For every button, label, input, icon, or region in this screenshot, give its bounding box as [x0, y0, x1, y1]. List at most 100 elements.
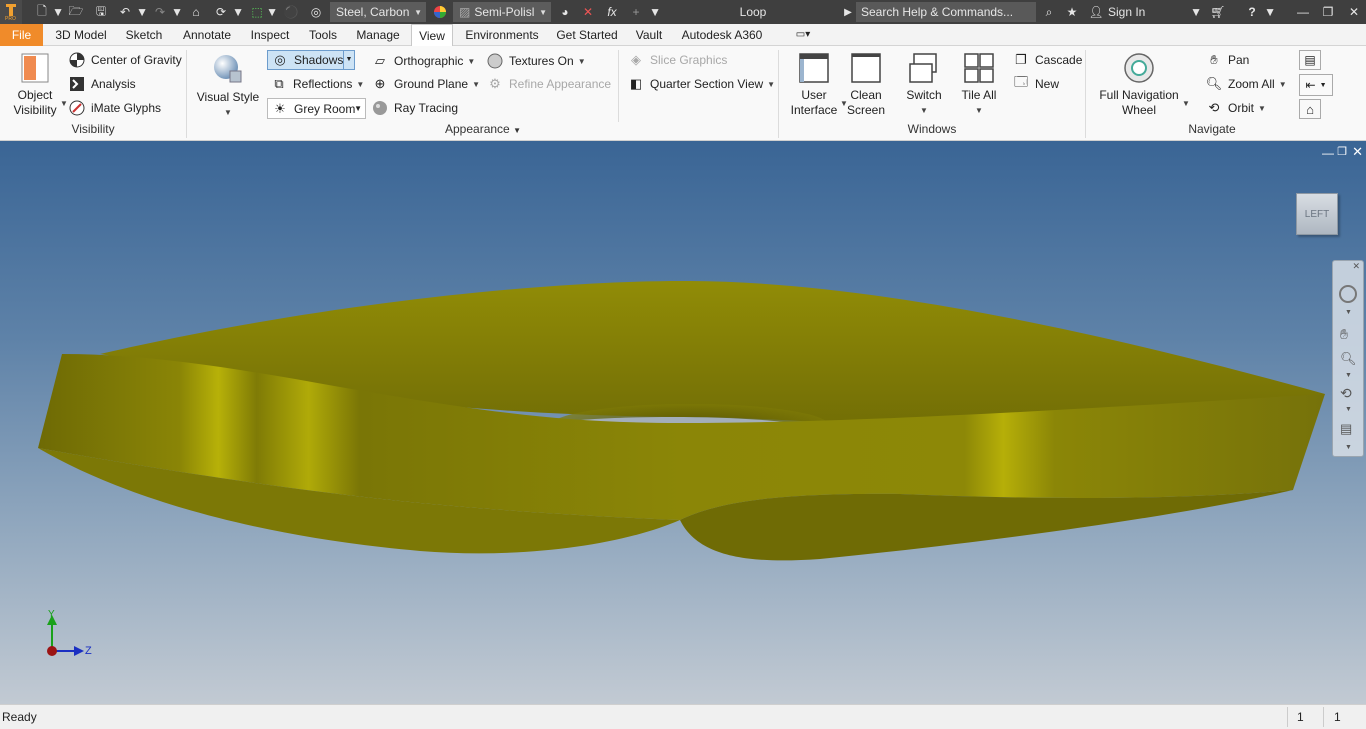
- navbar-zoom-icon[interactable]: 🔍︎: [1340, 351, 1357, 367]
- minimize-icon[interactable]: —: [1293, 0, 1313, 24]
- favorites-star-icon[interactable]: ★: [1062, 0, 1082, 24]
- orbit-button[interactable]: ⟲ Orbit ▼: [1205, 99, 1266, 117]
- steering-wheel-icon[interactable]: [1339, 285, 1357, 303]
- home-view-button[interactable]: ⌂: [1299, 99, 1321, 119]
- customize-dropdown-icon[interactable]: ▼: [649, 0, 661, 24]
- object-visibility-button[interactable]: Object Visibility: [8, 52, 62, 118]
- tab-manage[interactable]: Manage: [351, 24, 405, 46]
- center-of-gravity-button[interactable]: Center of Gravity: [68, 51, 182, 69]
- orthographic-button[interactable]: ▱ Orthographic ▼: [371, 52, 475, 70]
- graphics-viewport[interactable]: — ❐ ✕ LEFT ✕ ▼ ✋︎ 🔍︎ ▼ ⟲ ▼ ▤ ▼ Y Z: [0, 141, 1366, 704]
- tab-sketch[interactable]: Sketch: [120, 24, 168, 46]
- orbit-dropdown-icon[interactable]: ▼: [1258, 104, 1266, 113]
- analysis-button[interactable]: Analysis: [68, 75, 136, 93]
- object-visibility-dropdown-icon[interactable]: ▼: [60, 99, 68, 108]
- viewcube[interactable]: LEFT: [1296, 193, 1338, 235]
- cart-icon[interactable]: 🛒︎: [1208, 0, 1228, 24]
- tab-file[interactable]: File: [0, 24, 43, 46]
- pan-button[interactable]: ✋︎ Pan: [1205, 51, 1249, 69]
- close-icon[interactable]: ✕: [1344, 0, 1364, 24]
- measure-icon[interactable]: ⚫: [281, 0, 301, 24]
- open-folder-icon[interactable]: 🗁: [66, 0, 86, 24]
- navbar-pan-icon[interactable]: ✋︎: [1340, 326, 1348, 343]
- tab-get-started[interactable]: Get Started: [552, 24, 622, 46]
- tab-tools[interactable]: Tools: [303, 24, 343, 46]
- restore-icon[interactable]: ❐: [1318, 0, 1338, 24]
- help-icon[interactable]: ?: [1242, 0, 1262, 24]
- steering-wheel-dropdown-icon[interactable]: ▼: [1345, 309, 1352, 316]
- tab-3d-model[interactable]: 3D Model: [50, 24, 112, 46]
- new-file-dropdown-icon[interactable]: ▼: [52, 0, 64, 24]
- tab-view[interactable]: View: [411, 24, 453, 47]
- orthographic-dropdown-icon[interactable]: ▼: [467, 57, 475, 66]
- orbit-dropdown-icon[interactable]: ▼: [1345, 406, 1352, 413]
- ribbon-display-options-icon[interactable]: ▭▾: [788, 24, 818, 46]
- undo-dropdown-icon[interactable]: ▼: [136, 0, 148, 24]
- full-navigation-wheel-button[interactable]: Full Navigation Wheel: [1094, 52, 1184, 118]
- grey-room-dropdown[interactable]: ☀ Grey Room ▼: [267, 98, 366, 119]
- cascade-button[interactable]: ❐ Cascade: [1012, 51, 1082, 69]
- tab-annotate[interactable]: Annotate: [176, 24, 238, 46]
- zoom-dropdown-icon[interactable]: ▼: [1279, 80, 1287, 89]
- navigation-wheel-dropdown-icon[interactable]: ▼: [1182, 99, 1190, 108]
- section-view-dropdown-icon[interactable]: ▼: [767, 80, 775, 89]
- shadows-dropdown-icon[interactable]: ▼: [343, 51, 354, 69]
- navbar-close-icon[interactable]: ✕: [1352, 261, 1360, 272]
- add-icon[interactable]: +: [626, 0, 646, 24]
- navbar-look-at-icon[interactable]: ▤: [1340, 421, 1352, 437]
- infocenter-expand-icon[interactable]: ▶: [843, 0, 853, 24]
- zoom-all-button[interactable]: 🔍︎ Zoom All ▼: [1205, 75, 1287, 93]
- zoom-dropdown-icon[interactable]: ▼: [1345, 372, 1352, 379]
- help-dropdown-icon[interactable]: ▼: [1264, 0, 1276, 24]
- globe-icon[interactable]: ◎: [306, 0, 326, 24]
- user-icon[interactable]: 👤︎: [1086, 0, 1106, 24]
- select-icon[interactable]: ⬚: [247, 0, 267, 24]
- parameters-icon[interactable]: fx: [602, 0, 622, 24]
- sign-in-link[interactable]: Sign In: [1108, 0, 1158, 24]
- ray-tracing-button[interactable]: Ray Tracing: [371, 99, 458, 117]
- update-icon[interactable]: ⟳: [211, 0, 231, 24]
- undo-icon[interactable]: ↶: [115, 0, 135, 24]
- save-icon[interactable]: 🖫: [91, 0, 111, 24]
- imate-glyphs-button[interactable]: iMate Glyphs: [68, 99, 161, 117]
- navbar-orbit-icon[interactable]: ⟲: [1340, 385, 1352, 402]
- tab-environments[interactable]: Environments: [460, 24, 544, 46]
- sign-in-dropdown-icon[interactable]: ▼: [1190, 0, 1202, 24]
- user-interface-button[interactable]: User Interface: [787, 52, 841, 118]
- ground-plane-dropdown-icon[interactable]: ▼: [472, 80, 480, 89]
- search-binoculars-icon[interactable]: ⌕: [1039, 0, 1059, 24]
- reflections-button[interactable]: ⧉ Reflections ▼: [270, 75, 364, 93]
- look-at-button[interactable]: ▤: [1299, 50, 1321, 70]
- tile-all-button[interactable]: Tile All ▼: [955, 52, 1003, 118]
- switch-button[interactable]: Switch ▼: [898, 52, 950, 118]
- appearance-panel-title[interactable]: Appearance ▼: [188, 122, 778, 136]
- home-icon[interactable]: ⌂: [186, 0, 206, 24]
- update-dropdown-icon[interactable]: ▼: [232, 0, 244, 24]
- ground-plane-button[interactable]: ⊕ Ground Plane ▼: [371, 75, 480, 93]
- tab-autodesk-a360[interactable]: Autodesk A360: [676, 24, 768, 46]
- tab-vault[interactable]: Vault: [630, 24, 668, 46]
- adjust-appearance-icon[interactable]: ◕: [555, 0, 575, 24]
- tile-all-dropdown-icon[interactable]: ▼: [955, 103, 1003, 118]
- switch-dropdown-icon[interactable]: ▼: [898, 103, 950, 118]
- navbar-customize-icon[interactable]: ▼: [1345, 444, 1352, 451]
- visual-style-dropdown-icon[interactable]: ▼: [195, 105, 261, 120]
- view-face-dropdown-icon[interactable]: ▼: [1320, 82, 1327, 89]
- quarter-section-view-button[interactable]: ◧ Quarter Section View ▼: [627, 75, 775, 93]
- tab-inspect[interactable]: Inspect: [245, 24, 295, 46]
- reflections-dropdown-icon[interactable]: ▼: [356, 80, 364, 89]
- shadows-button[interactable]: ◎ Shadows ▼: [267, 50, 355, 70]
- textures-on-button[interactable]: Textures On ▼: [486, 52, 586, 70]
- color-wheel-icon[interactable]: [430, 0, 450, 24]
- visual-style-button[interactable]: Visual Style ▼: [195, 52, 261, 120]
- view-face-button[interactable]: ⇤ ▼: [1299, 74, 1333, 96]
- clear-appearance-icon[interactable]: ✕: [578, 0, 598, 24]
- select-dropdown-icon[interactable]: ▼: [266, 0, 278, 24]
- help-search-input[interactable]: Search Help & Commands...: [856, 2, 1036, 22]
- model-loop-3d[interactable]: [0, 141, 1366, 704]
- app-logo-icon[interactable]: PRO: [0, 0, 22, 24]
- textures-dropdown-icon[interactable]: ▼: [578, 57, 586, 66]
- new-window-button[interactable]: 🗔 New: [1012, 74, 1059, 93]
- new-file-icon[interactable]: 🗋: [32, 0, 52, 24]
- material-dropdown[interactable]: Steel, Carbon ▼: [330, 2, 426, 22]
